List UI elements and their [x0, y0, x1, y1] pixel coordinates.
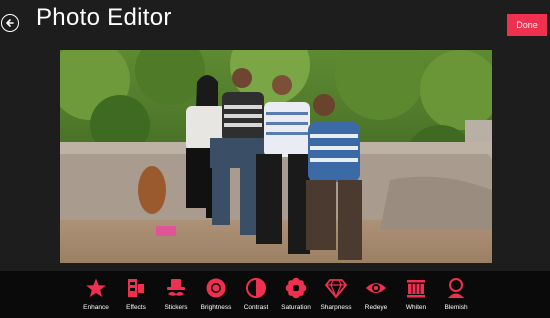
flower-icon — [285, 277, 307, 299]
star-icon — [86, 278, 106, 297]
redeye-label: Redeye — [364, 304, 388, 311]
sun-icon — [206, 278, 226, 298]
teeth-icon — [407, 280, 425, 298]
group-photo-image — [60, 50, 492, 263]
effects-tool-button[interactable]: Effects — [116, 277, 156, 317]
contrast-label: Contrast — [243, 304, 269, 311]
whiten-label: Whiten — [405, 304, 427, 311]
brightness-tool-button[interactable]: Brightness — [196, 277, 236, 317]
eye-icon — [366, 283, 386, 293]
diamond-icon — [325, 279, 347, 299]
saturation-label: Saturation — [281, 304, 311, 311]
page-title: Photo Editor — [36, 4, 172, 31]
effects-label: Effects — [126, 304, 146, 311]
redeye-tool-button[interactable]: Redeye — [356, 277, 396, 317]
sharpness-tool-button[interactable]: Sharpness — [316, 277, 356, 317]
contrast-icon — [246, 278, 266, 298]
stickers-label: Stickers — [164, 304, 188, 311]
saturation-tool-button[interactable]: Saturation — [276, 277, 316, 317]
enhance-tool-button[interactable]: Enhance — [76, 277, 116, 317]
back-button[interactable] — [1, 14, 19, 32]
blemish-tool-button[interactable]: Blemish — [436, 277, 476, 317]
edit-toolbar: Enhance Effects Stickers Brightness Cont… — [0, 271, 550, 318]
whiten-tool-button[interactable]: Whiten — [396, 277, 436, 317]
app-header: Photo Editor Done — [0, 0, 550, 48]
sharpness-label: Sharpness — [320, 304, 352, 311]
contrast-tool-button[interactable]: Contrast — [236, 277, 276, 317]
effects-icon — [128, 279, 144, 297]
person-icon — [448, 278, 464, 298]
hat-mustache-icon — [167, 279, 185, 296]
enhance-label: Enhance — [83, 304, 109, 311]
photo-canvas[interactable] — [60, 50, 492, 263]
blemish-label: Blemish — [444, 304, 468, 311]
brightness-label: Brightness — [200, 304, 232, 311]
back-arrow-icon — [6, 19, 14, 27]
stickers-tool-button[interactable]: Stickers — [156, 277, 196, 317]
done-button[interactable]: Done — [507, 14, 547, 36]
